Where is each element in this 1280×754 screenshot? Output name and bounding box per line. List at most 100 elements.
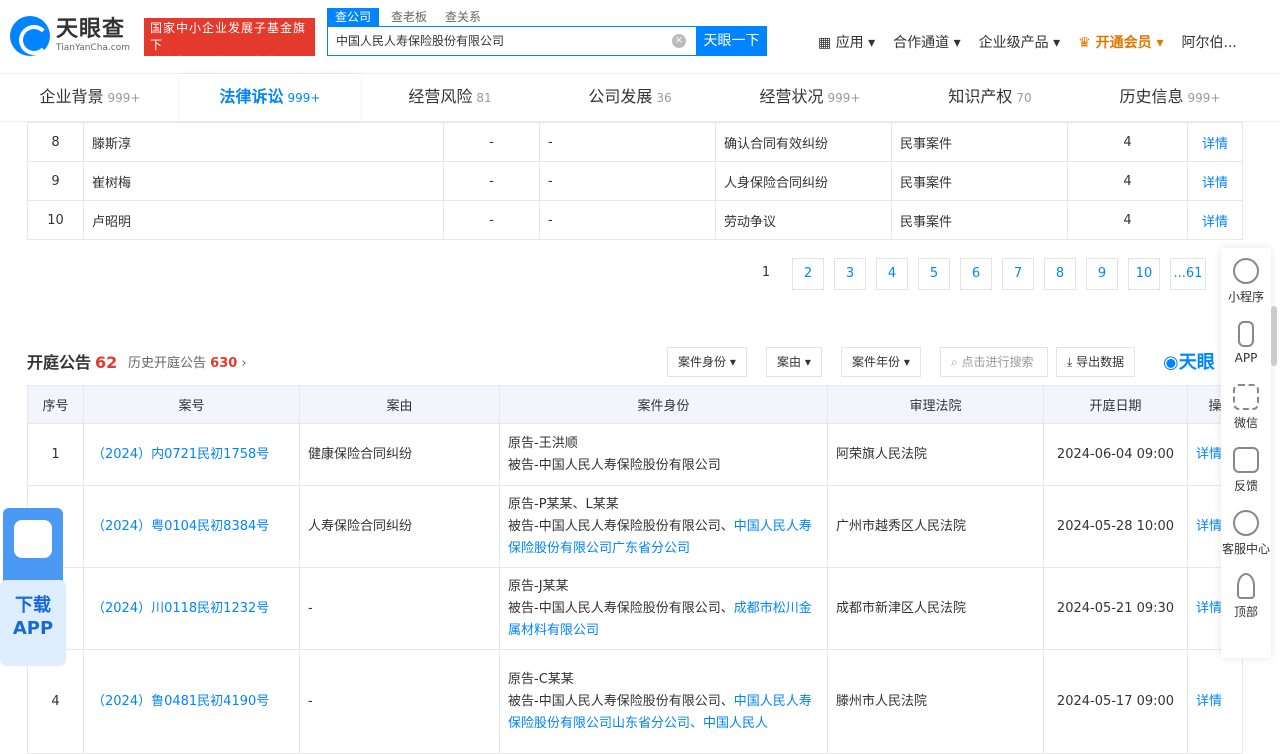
- case-number-link[interactable]: （2024）内0721民初1758号: [92, 447, 269, 462]
- detail-link[interactable]: 详情: [1196, 601, 1222, 616]
- qrcode-icon: [1233, 384, 1259, 410]
- page-5[interactable]: 5: [918, 258, 950, 290]
- tab-operations[interactable]: 经营状况 999+: [720, 74, 900, 121]
- download-app-widget[interactable]: 下载 APP: [0, 508, 66, 666]
- case-number-link[interactable]: （2024）粤0104民初8384号: [92, 519, 269, 534]
- logo-text: 天眼查: [56, 17, 126, 42]
- court-name: 阿荣旗人民法院: [827, 423, 1044, 486]
- site-logo[interactable]: 天眼查 TianYanCha.com: [10, 16, 130, 56]
- nav-user[interactable]: 阿尔伯...: [1181, 32, 1236, 52]
- search-tab-boss[interactable]: 查老板: [391, 8, 427, 26]
- tab-litigation[interactable]: 法律诉讼 999+: [180, 74, 360, 121]
- filter-cause[interactable]: 案由 ▾: [766, 347, 822, 377]
- page-8[interactable]: 8: [1044, 258, 1076, 290]
- logo-domain: TianYanCha.com: [56, 43, 131, 53]
- filter-year[interactable]: 案件年份 ▾: [841, 347, 921, 377]
- search-tab-relation[interactable]: 查关系: [445, 8, 481, 26]
- search-button[interactable]: 天眼一下: [696, 26, 767, 56]
- side-mini-program[interactable]: 小程序: [1221, 248, 1271, 311]
- tab-count: 999+: [827, 91, 861, 105]
- section-count: 62: [95, 353, 118, 372]
- page-9[interactable]: 9: [1086, 258, 1118, 290]
- nav-user-label: 阿尔伯...: [1181, 35, 1237, 51]
- col-cause: 案由: [299, 385, 500, 424]
- search-type-tabs: 查公司 查老板 查关系: [327, 8, 499, 26]
- tab-label: 企业背景: [39, 87, 104, 106]
- page-6[interactable]: 6: [960, 258, 992, 290]
- case-number-link[interactable]: （2024）川0118民初1232号: [92, 601, 269, 616]
- detail-link[interactable]: 详情: [1202, 137, 1228, 152]
- tab-count: 999+: [107, 91, 141, 105]
- nav-apps[interactable]: ▦ 应用 ▾: [818, 32, 875, 52]
- side-support[interactable]: 客服中心: [1221, 500, 1271, 563]
- history-link[interactable]: 历史开庭公告 630 ›: [128, 352, 247, 371]
- case-type: 民事案件: [891, 200, 1068, 240]
- case-count: 4: [1067, 200, 1188, 240]
- cell-value: -: [539, 122, 716, 162]
- plaintiff: 原告-P某某、L某某: [508, 496, 619, 512]
- detail-link[interactable]: 详情: [1202, 176, 1228, 191]
- side-label: 小程序: [1227, 290, 1264, 304]
- export-button[interactable]: ⤓ 导出数据: [1056, 347, 1136, 377]
- rocket-icon: [1237, 573, 1255, 599]
- detail-link[interactable]: 详情: [1196, 519, 1222, 534]
- search-tab-company[interactable]: 查公司: [327, 8, 380, 26]
- download-line2: APP: [12, 618, 54, 639]
- tab-ip[interactable]: 知识产权 70: [900, 74, 1080, 121]
- hearing-date: 2024-06-04 09:00: [1043, 423, 1188, 486]
- table-search-input[interactable]: ⌕ 点击进行搜索: [940, 347, 1048, 377]
- brand-watermark: ◉天眼: [1163, 352, 1215, 373]
- filter-label: 案件身份: [678, 355, 727, 369]
- page-61[interactable]: ...61: [1170, 258, 1206, 290]
- row-number: 9: [27, 161, 84, 201]
- clear-icon[interactable]: ×: [672, 34, 686, 48]
- case-cause: 人寿保险合同纠纷: [299, 485, 500, 568]
- side-toolbar: 小程序 APP 微信 反馈 客服中心 顶部: [1221, 248, 1271, 658]
- page-2[interactable]: 2: [792, 258, 824, 290]
- defendant-text: 被告-中国人民人寿保险股份有限公司、: [508, 693, 734, 709]
- nav-vip[interactable]: ♛ 开通会员 ▾: [1078, 32, 1163, 52]
- nav-partner[interactable]: 合作通道 ▾: [893, 32, 960, 52]
- search-input[interactable]: 中国人民人寿保险股份有限公司 ×: [327, 26, 696, 56]
- tab-count: 999+: [287, 91, 321, 105]
- filter-case-role[interactable]: 案件身份 ▾: [667, 347, 747, 377]
- tab-history[interactable]: 历史信息 999+: [1080, 74, 1260, 121]
- side-wechat[interactable]: 微信: [1221, 374, 1271, 437]
- mini-program-icon: [1233, 258, 1259, 284]
- page-10[interactable]: 10: [1128, 258, 1160, 290]
- tab-label: 经营风险: [408, 87, 473, 106]
- case-count: 4: [1067, 161, 1188, 201]
- page-4[interactable]: 4: [876, 258, 908, 290]
- side-top[interactable]: 顶部: [1221, 563, 1271, 626]
- detail-link[interactable]: 详情: [1196, 447, 1222, 462]
- tab-risk[interactable]: 经营风险 81: [360, 74, 540, 121]
- side-app[interactable]: APP: [1221, 311, 1271, 374]
- plaintiff: 原告-王洪顺: [508, 435, 578, 451]
- case-cause: -: [299, 649, 500, 754]
- headset-icon: [1233, 510, 1259, 536]
- col-court: 审理法院: [827, 385, 1044, 424]
- side-label: 客服中心: [1221, 542, 1270, 556]
- tab-label: 法律诉讼: [219, 87, 284, 106]
- side-label: 微信: [1233, 416, 1258, 430]
- nav-enterprise[interactable]: 企业级产品 ▾: [979, 32, 1060, 52]
- party-name: 滕斯淳: [83, 122, 444, 162]
- tab-count: 999+: [1187, 91, 1221, 105]
- filter-label: 案由: [777, 355, 802, 369]
- defendant: 被告-中国人民人寿保险股份有限公司: [508, 455, 819, 477]
- table-row: 8 滕斯淳 - - 确认合同有效纠纷 民事案件 4 详情: [27, 122, 1243, 162]
- tab-background[interactable]: 企业背景 999+: [0, 74, 180, 121]
- tab-development[interactable]: 公司发展 36: [540, 74, 720, 121]
- defendant: 被告-中国人民人寿保险股份有限公司、中国人民人寿保险股份有限公司山东省分公司、中…: [508, 691, 819, 735]
- case-number-link[interactable]: （2024）鲁0481民初4190号: [92, 694, 269, 709]
- table-row: 4 （2024）鲁0481民初4190号 - 原告-C某某 被告-中国人民人寿保险…: [27, 649, 1243, 754]
- court-name: 广州市越秀区人民法院: [827, 485, 1044, 568]
- app-logo-icon: [14, 520, 52, 558]
- cell-value: -: [539, 161, 716, 201]
- page-3[interactable]: 3: [834, 258, 866, 290]
- detail-link[interactable]: 详情: [1202, 215, 1228, 230]
- page-7[interactable]: 7: [1002, 258, 1034, 290]
- detail-link[interactable]: 详情: [1196, 694, 1222, 709]
- scrollbar-thumb[interactable]: [1271, 306, 1277, 366]
- side-feedback[interactable]: 反馈: [1221, 437, 1271, 500]
